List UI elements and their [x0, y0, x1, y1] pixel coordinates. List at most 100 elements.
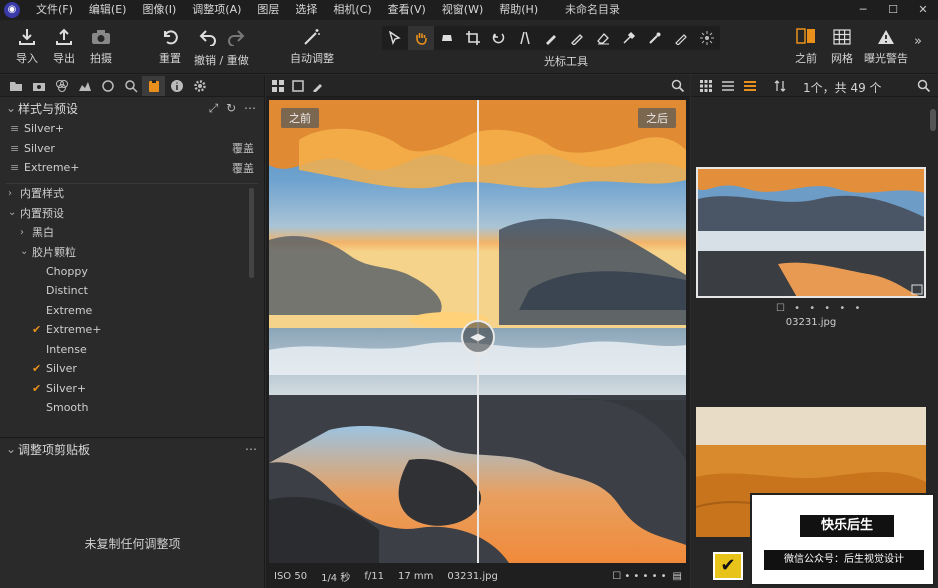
reset-label: 重置: [159, 52, 181, 65]
focal-value: 17 mm: [397, 571, 434, 582]
single-view-icon[interactable]: [292, 79, 312, 92]
checkmark-icon: ✔: [32, 362, 42, 376]
thumbnail-selected[interactable]: [696, 167, 926, 298]
chevron-down-icon: ⌄: [6, 101, 17, 115]
grain-preset-item[interactable]: ✔ Silver+: [0, 379, 264, 399]
chevron-down-icon: ⌄: [20, 246, 29, 258]
browser-toolbar: 1个，共 49 个: [691, 75, 938, 97]
zoom-icon[interactable]: [671, 79, 684, 92]
loupe-icon[interactable]: [434, 26, 460, 50]
grain-preset-item[interactable]: Distinct: [0, 281, 264, 301]
drag-handle-icon: ≡: [10, 141, 20, 155]
reset-button[interactable]: 重置: [152, 26, 188, 66]
aperture-value: f/11: [364, 571, 384, 582]
library-tab-icon[interactable]: [4, 76, 27, 96]
section-actions-icon[interactable]: ⤢ ↻ ⋯: [209, 101, 258, 116]
annotate-icon[interactable]: [668, 26, 694, 50]
main-photo[interactable]: 之前 之后 ◀▶: [269, 100, 686, 563]
grain-preset-item[interactable]: ✔ Extreme+: [0, 320, 264, 340]
magic-wand-icon: [302, 26, 322, 48]
camera-icon: [91, 26, 111, 48]
capture-label: 拍摄: [90, 52, 112, 65]
grain-preset-item[interactable]: Choppy: [0, 262, 264, 282]
metadata-tab-icon[interactable]: [165, 76, 188, 96]
before-button[interactable]: 之前: [788, 26, 824, 66]
menu-window[interactable]: 视窗(W): [434, 0, 491, 20]
keystone-icon[interactable]: [512, 26, 538, 50]
color-tab-icon[interactable]: [50, 76, 73, 96]
settings-tab-icon[interactable]: [188, 76, 211, 96]
applied-style-row[interactable]: ≡ Extreme+ 覆盖: [0, 158, 264, 178]
details-tab-icon[interactable]: [119, 76, 142, 96]
styles-presets-title: 样式与预设: [18, 101, 79, 116]
reset-icon: [161, 26, 179, 48]
split-handle-icon[interactable]: ◀▶: [461, 320, 495, 354]
applied-style-row[interactable]: ≡ Silver 覆盖: [0, 139, 264, 159]
before-compare-icon: [795, 26, 817, 48]
menu-adjustments[interactable]: 调整项(A): [184, 0, 249, 20]
lens-tab-icon[interactable]: [96, 76, 119, 96]
exposure-tab-icon[interactable]: [73, 76, 96, 96]
main-toolbar: 导入 导出 拍摄 重置 撤销 / 重做 自动调整 光标工具 之前 网格 曝光警告…: [0, 20, 938, 74]
gradient-mask-icon[interactable]: [564, 26, 590, 50]
menu-edit[interactable]: 编辑(E): [81, 0, 135, 20]
tree-builtin-styles[interactable]: › 内置样式: [0, 184, 264, 204]
toolbar-more-icon[interactable]: »: [914, 34, 922, 49]
edit-mask-icon[interactable]: [312, 80, 332, 92]
grain-preset-label: Distinct: [46, 284, 88, 298]
redo-button[interactable]: [218, 26, 254, 48]
eraser-icon[interactable]: [590, 26, 616, 50]
auto-adjust-button[interactable]: 自动调整: [290, 26, 334, 66]
menu-image[interactable]: 图像(I): [134, 0, 184, 20]
export-button[interactable]: 导出: [46, 26, 82, 66]
menu-camera[interactable]: 相机(C): [325, 0, 379, 20]
capture-button[interactable]: 拍摄: [83, 26, 119, 66]
grain-preset-item[interactable]: Smooth: [0, 398, 264, 418]
rating-stars[interactable]: ☐ • • • • •: [612, 571, 666, 582]
white-balance-picker-icon[interactable]: [642, 26, 668, 50]
menu-file[interactable]: 文件(F): [28, 0, 81, 20]
adjustments-tab-icon[interactable]: [142, 75, 165, 96]
select-arrow-icon[interactable]: [382, 26, 408, 50]
applied-style-row[interactable]: ≡ Silver+: [0, 119, 264, 139]
filmstrip-view-icon[interactable]: [739, 76, 761, 96]
browser-scrollbar[interactable]: [930, 109, 936, 131]
sort-icon[interactable]: [769, 76, 791, 96]
capture-tab-icon[interactable]: [27, 76, 50, 96]
pan-hand-icon[interactable]: [408, 26, 434, 50]
rotate-icon[interactable]: [486, 26, 512, 50]
multi-view-icon[interactable]: [272, 79, 292, 92]
close-button[interactable]: ✕: [908, 0, 938, 20]
maximize-button[interactable]: ☐: [878, 0, 908, 20]
grain-preset-item[interactable]: Intense: [0, 340, 264, 360]
menu-help[interactable]: 帮助(H): [491, 0, 546, 20]
tree-film-grain[interactable]: ⌄ 胶片颗粒: [0, 242, 264, 262]
tree-bw[interactable]: › 黑白: [0, 223, 264, 243]
menu-layer[interactable]: 图层: [249, 0, 287, 20]
picker-icon[interactable]: [616, 26, 642, 50]
import-button[interactable]: 导入: [9, 26, 45, 66]
clipboard-header[interactable]: ⌄ 调整项剪贴板 ⋯: [0, 438, 265, 460]
grid-button[interactable]: 网格: [824, 26, 860, 66]
list-view-icon[interactable]: [717, 76, 739, 96]
import-label: 导入: [16, 52, 38, 65]
grid-view-icon[interactable]: [695, 76, 717, 96]
browser-search-icon[interactable]: [912, 76, 934, 96]
crop-icon[interactable]: [460, 26, 486, 50]
thumbnail-rating[interactable]: ☐ • • • • •: [776, 303, 863, 314]
styles-presets-header[interactable]: ⌄ 样式与预设 ⤢ ↻ ⋯: [0, 97, 264, 119]
preset-scrollbar[interactable]: [249, 187, 254, 278]
minimize-button[interactable]: ─: [848, 0, 878, 20]
overlay-icon[interactable]: ▤: [673, 571, 682, 582]
grain-preset-item[interactable]: Extreme: [0, 301, 264, 321]
brush-icon[interactable]: [538, 26, 564, 50]
more-icon[interactable]: ⋯: [245, 442, 259, 456]
spot-removal-icon[interactable]: [694, 26, 720, 50]
grain-preset-item[interactable]: ✔ Silver: [0, 359, 264, 379]
menu-select[interactable]: 选择: [287, 0, 325, 20]
chevron-right-icon: ›: [20, 226, 24, 238]
cursor-tools-group: [382, 26, 720, 50]
menu-view[interactable]: 查看(V): [380, 0, 434, 20]
tree-builtin-presets[interactable]: ⌄ 内置预设: [0, 203, 264, 223]
exposure-warning-button[interactable]: 曝光警告: [864, 26, 908, 66]
